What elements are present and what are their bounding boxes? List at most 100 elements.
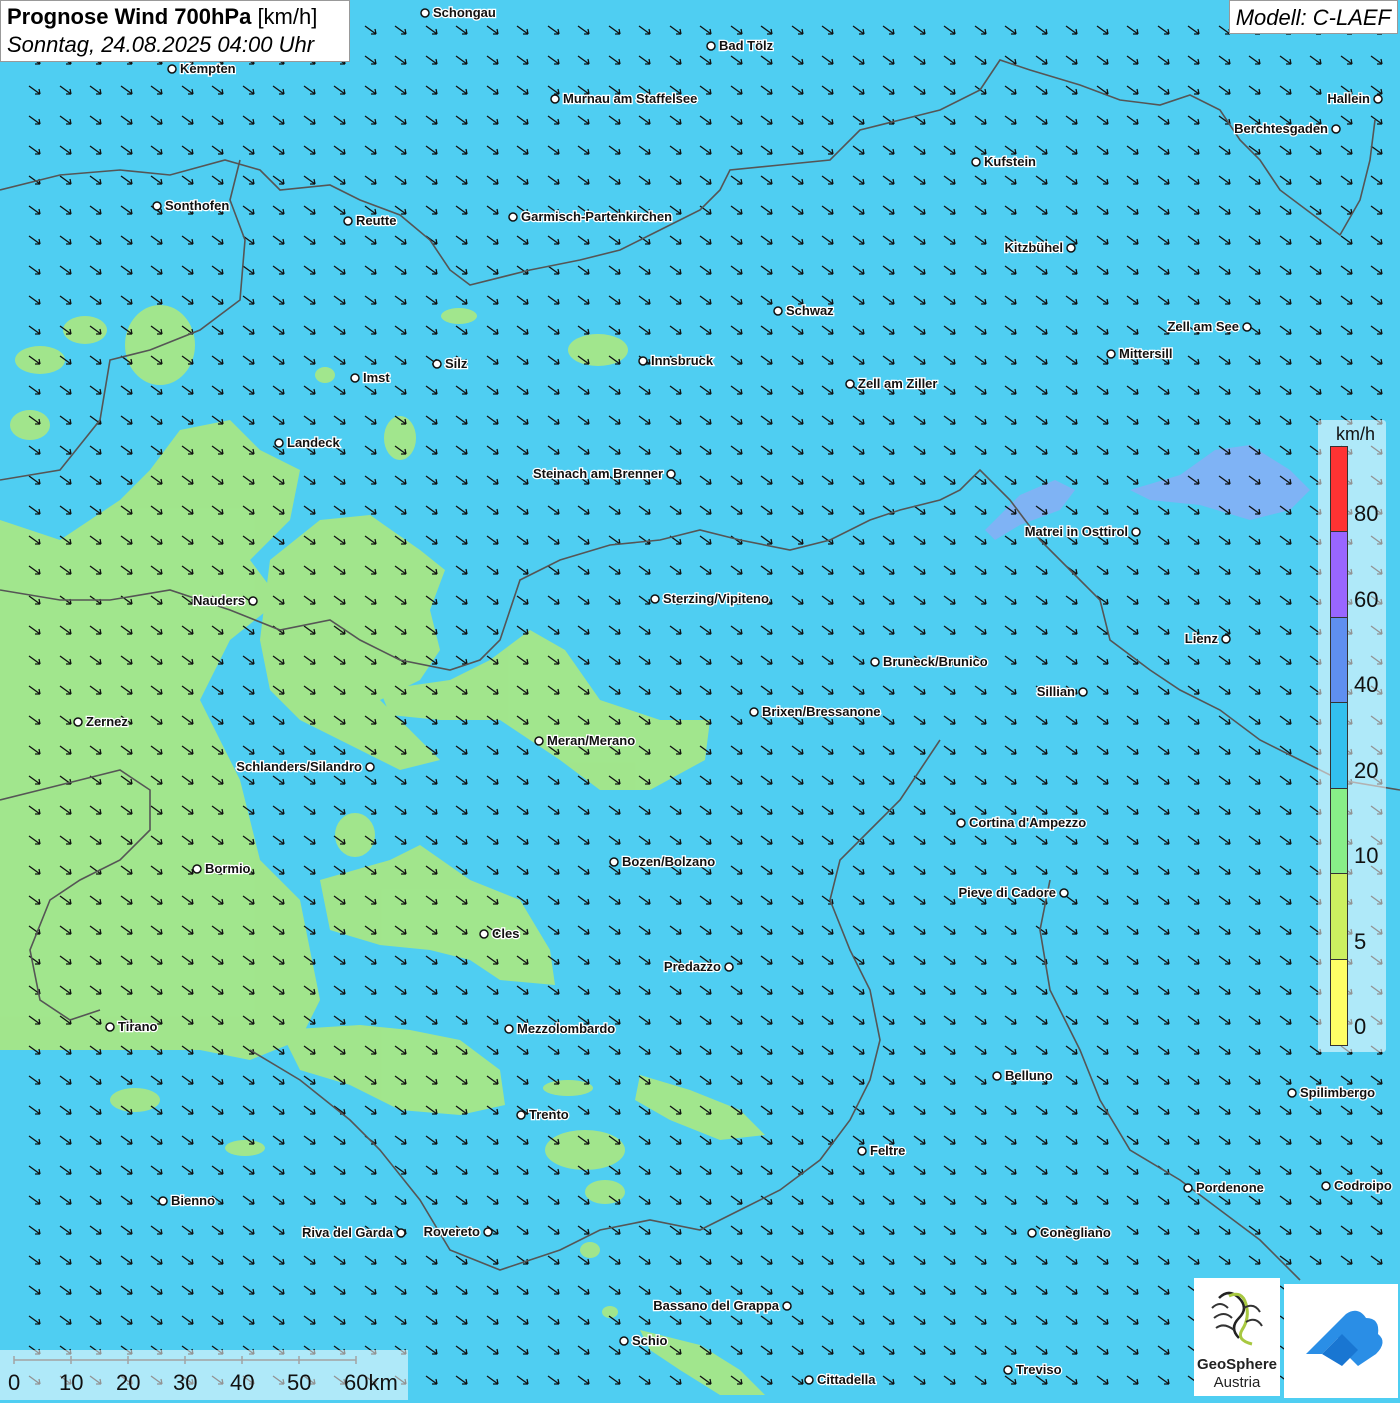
city-label: Bienno bbox=[171, 1193, 215, 1208]
geosphere-austria-logo: GeoSphere Austria bbox=[1194, 1278, 1280, 1396]
city-label: Schwaz bbox=[786, 303, 834, 318]
legend-segment bbox=[1331, 874, 1347, 960]
city-label: Riva del Garda bbox=[302, 1225, 394, 1240]
scale-label: 60km bbox=[344, 1370, 398, 1395]
city-dot bbox=[619, 1336, 629, 1346]
legend-color-bar bbox=[1330, 446, 1348, 1046]
city-label: Kufstein bbox=[984, 154, 1036, 169]
city-label: Tirano bbox=[118, 1019, 158, 1034]
city-dot bbox=[749, 707, 759, 717]
city-label: Sterzing/Vipiteno bbox=[663, 591, 769, 606]
city-dot bbox=[1321, 1181, 1331, 1191]
city-label: Bormio bbox=[205, 861, 251, 876]
forecast-datetime: Sonntag, 24.08.2025 04:00 Uhr bbox=[7, 32, 315, 57]
city-dot bbox=[158, 1196, 168, 1206]
city-marker: Riva del Garda bbox=[301, 1224, 406, 1241]
map-title: Prognose Wind 700hPa [km/h] bbox=[7, 4, 343, 30]
legend-segment bbox=[1331, 532, 1347, 618]
city-dot bbox=[804, 1375, 814, 1385]
city-label: Brixen/Bressanone bbox=[762, 704, 881, 719]
city-marker: Brixen/Bressanone bbox=[749, 703, 882, 720]
scale-label: 0 bbox=[8, 1370, 21, 1395]
city-marker: Meran/Merano bbox=[534, 732, 636, 749]
city-marker: Conegliano bbox=[1027, 1224, 1112, 1241]
city-marker: Innsbruck bbox=[638, 352, 715, 369]
city-label: Matrei in Osttirol bbox=[1025, 524, 1128, 539]
legend-segment bbox=[1331, 703, 1347, 789]
city-marker: Cortina d'Ampezzo bbox=[956, 814, 1088, 831]
city-dot bbox=[857, 1146, 867, 1156]
city-dot bbox=[1106, 349, 1116, 359]
city-dot bbox=[1331, 124, 1341, 134]
scale-bar-box: 0 10 20 30 40 50 60km bbox=[0, 1350, 408, 1400]
city-dot bbox=[1027, 1228, 1037, 1238]
city-label: Pordenone bbox=[1196, 1180, 1264, 1195]
city-dot bbox=[504, 1024, 514, 1034]
city-dot bbox=[1059, 888, 1069, 898]
city-label: Cles bbox=[492, 926, 519, 941]
city-label: Kitzbühel bbox=[1005, 240, 1064, 255]
city-label: Steinach am Brenner bbox=[533, 466, 663, 481]
city-label: Bassano del Grappa bbox=[653, 1298, 779, 1313]
legend-label: 10 bbox=[1354, 843, 1379, 869]
city-label: Nauders bbox=[193, 593, 245, 608]
city-dot bbox=[650, 594, 660, 604]
city-label: Feltre bbox=[870, 1143, 905, 1158]
city-marker: Bruneck/Brunico bbox=[870, 653, 989, 670]
city-dot bbox=[782, 1301, 792, 1311]
city-label: Reutte bbox=[356, 213, 396, 228]
city-dot bbox=[870, 657, 880, 667]
legend-label: 80 bbox=[1354, 501, 1379, 527]
city-dot bbox=[1242, 322, 1252, 332]
city-label: Zell am Ziller bbox=[858, 376, 937, 391]
city-marker: Pordenone bbox=[1183, 1179, 1265, 1196]
city-dot bbox=[1066, 243, 1076, 253]
city-marker: Steinach am Brenner bbox=[532, 465, 676, 482]
city-dot bbox=[73, 717, 83, 727]
city-dot bbox=[516, 1110, 526, 1120]
low-wind-zone-reschen bbox=[125, 305, 195, 385]
city-label: Sillian bbox=[1037, 684, 1075, 699]
scale-label: 50 bbox=[287, 1370, 312, 1395]
city-label: Conegliano bbox=[1040, 1225, 1111, 1240]
city-marker: Sterzing/Vipiteno bbox=[650, 590, 770, 607]
legend-unit: km/h bbox=[1336, 424, 1376, 444]
city-label: Schio bbox=[632, 1333, 667, 1348]
city-label: Zell am See bbox=[1167, 319, 1239, 334]
city-dot bbox=[534, 736, 544, 746]
low-wind-zone-adige bbox=[335, 813, 375, 857]
wind-map: Schongau Bad Tölz Kempten Murnau am Staffel… bbox=[0, 0, 1400, 1400]
map-title-box: Prognose Wind 700hPa [km/h] Sonntag, 24.… bbox=[0, 0, 350, 62]
legend-label: 20 bbox=[1354, 757, 1379, 783]
low-wind-zone-bienno bbox=[110, 1088, 160, 1112]
low-wind-zone-pasubio bbox=[580, 1242, 600, 1258]
scale-label: 30 bbox=[173, 1370, 198, 1395]
city-dot bbox=[1183, 1183, 1193, 1193]
legend-segment bbox=[1331, 959, 1347, 1045]
low-wind-zone-brescia bbox=[225, 1140, 265, 1156]
city-label: Sonthofen bbox=[165, 198, 229, 213]
city-dot bbox=[773, 306, 783, 316]
city-label: Schlanders/Silandro bbox=[236, 759, 362, 774]
legend-label: 5 bbox=[1354, 928, 1367, 954]
city-marker: Bassano del Grappa bbox=[652, 1297, 792, 1314]
low-wind-zone-nw2 bbox=[10, 410, 50, 440]
city-marker: Garmisch-Partenkirchen bbox=[508, 208, 673, 225]
city-marker: Bozen/Bolzano bbox=[609, 853, 716, 870]
city-marker: Murnau am Staffelsee bbox=[550, 90, 699, 107]
legend-segment bbox=[1331, 617, 1347, 704]
city-label: Garmisch-Partenkirchen bbox=[521, 209, 672, 224]
city-dot bbox=[1003, 1365, 1013, 1375]
city-label: Bruneck/Brunico bbox=[883, 654, 988, 669]
city-dot bbox=[343, 216, 353, 226]
city-dot bbox=[638, 356, 648, 366]
legend-segment bbox=[1331, 788, 1347, 875]
city-dot bbox=[971, 157, 981, 167]
city-dot bbox=[192, 864, 202, 874]
city-dot bbox=[1287, 1088, 1297, 1098]
city-label: Meran/Merano bbox=[547, 733, 635, 748]
legend-segment bbox=[1331, 447, 1347, 533]
low-wind-zone-valsugana bbox=[545, 1130, 625, 1170]
geosphere-name-line1: GeoSphere bbox=[1196, 1356, 1278, 1373]
city-dot bbox=[396, 1228, 406, 1238]
